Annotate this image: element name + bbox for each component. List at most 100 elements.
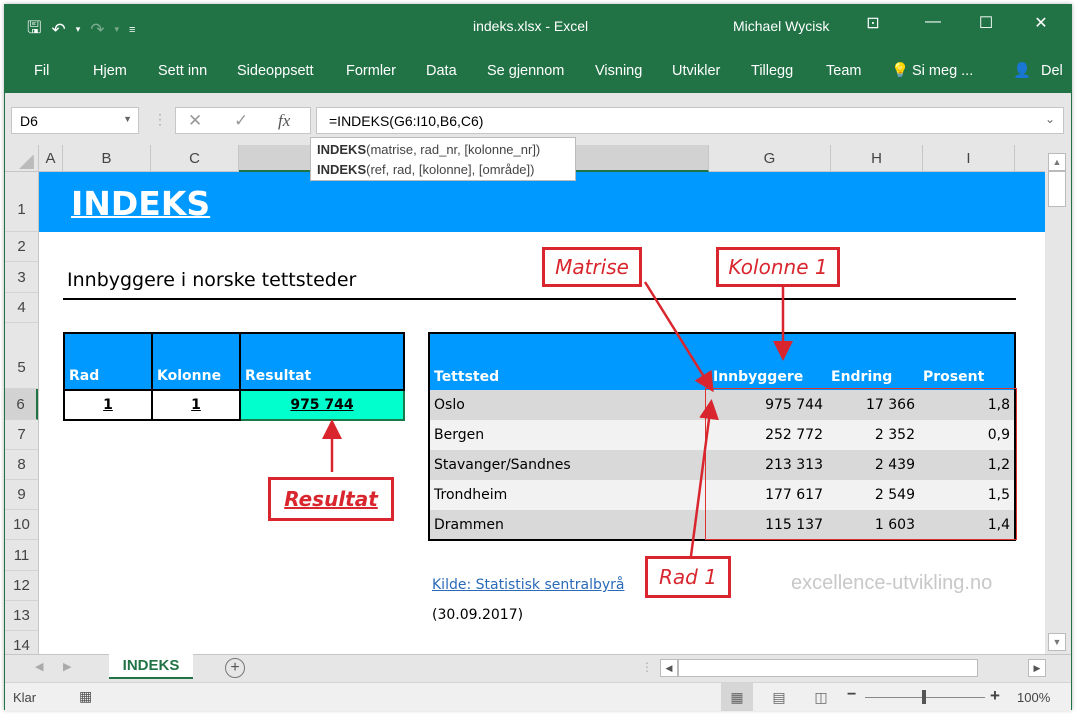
cell-endring[interactable]: 2 352 <box>827 420 919 450</box>
cell-tettsted[interactable]: Trondheim <box>429 480 709 510</box>
result-cell-selected[interactable]: 975 744 <box>239 389 405 421</box>
redo-icon[interactable]: ↷ <box>90 20 104 40</box>
row-header[interactable]: 4 <box>5 293 38 323</box>
tab-tillegg[interactable]: Tillegg <box>751 63 793 79</box>
scroll-up-icon[interactable]: ▲ <box>1048 153 1066 171</box>
tab-sideoppsett[interactable]: Sideoppsett <box>237 63 314 79</box>
undo-icon[interactable]: ↶ <box>51 20 65 40</box>
cell-endring[interactable]: 2 549 <box>827 480 919 510</box>
page-layout-view-icon[interactable]: ▤ <box>763 683 795 711</box>
header-kolonne[interactable]: Kolonne <box>151 332 241 391</box>
cell-prosent[interactable]: 0,9 <box>919 420 1015 450</box>
chevron-down-icon[interactable]: ▼ <box>123 114 132 124</box>
undo-dropdown-icon[interactable]: ▾ <box>76 24 81 35</box>
row-header[interactable]: 12 <box>5 571 38 601</box>
share-button[interactable]: Del <box>1041 63 1063 79</box>
save-icon[interactable]: 🖫 <box>27 15 41 44</box>
header-endring[interactable]: Endring <box>827 333 919 390</box>
cell-endring[interactable]: 17 366 <box>827 390 919 420</box>
row-header[interactable]: 6 <box>5 389 38 420</box>
row-header[interactable]: 11 <box>5 540 38 571</box>
row-header[interactable]: 13 <box>5 601 38 631</box>
zoom-in-button[interactable]: + <box>990 686 1000 706</box>
cell-innbyggere[interactable]: 213 313 <box>709 450 827 480</box>
source-link[interactable]: Kilde: Statistisk sentralbyrå <box>432 577 625 593</box>
column-header-i[interactable]: I <box>923 145 1015 172</box>
column-header-c[interactable]: C <box>151 145 239 172</box>
kolonne-input-cell[interactable]: 1 <box>151 389 241 421</box>
add-sheet-icon[interactable]: + <box>225 658 245 678</box>
sheet-nav-left-icon[interactable]: ◀ <box>35 660 43 673</box>
row-header[interactable]: 5 <box>5 323 38 389</box>
tab-data[interactable]: Data <box>426 63 457 79</box>
customize-qat-icon[interactable]: ≡ <box>129 24 135 36</box>
cell-tettsted[interactable]: Stavanger/Sandnes <box>429 450 709 480</box>
cell-endring[interactable]: 2 439 <box>827 450 919 480</box>
row-header[interactable]: 1 <box>5 172 38 232</box>
cell-innbyggere[interactable]: 177 617 <box>709 480 827 510</box>
minimize-button[interactable]: — <box>918 13 948 31</box>
user-name[interactable]: Michael Wycisk <box>733 18 829 34</box>
zoom-slider-thumb[interactable] <box>922 690 926 704</box>
ribbon-display-icon[interactable]: ⊡ <box>858 13 888 33</box>
normal-view-icon[interactable]: ▦ <box>721 683 753 711</box>
scroll-left-icon[interactable]: ◀ <box>660 659 678 677</box>
macro-record-icon[interactable]: ▦ <box>79 688 92 705</box>
cell-tettsted[interactable]: Oslo <box>429 390 709 420</box>
cell-tettsted[interactable]: Bergen <box>429 420 709 450</box>
cell-innbyggere[interactable]: 975 744 <box>709 390 827 420</box>
horizontal-scrollbar[interactable]: ◀ ▶ <box>660 659 1046 677</box>
select-all-corner[interactable] <box>5 145 39 172</box>
close-button[interactable]: ✕ <box>1026 13 1056 33</box>
row-header[interactable]: 3 <box>5 262 38 293</box>
cell-innbyggere[interactable]: 252 772 <box>709 420 827 450</box>
header-resultat[interactable]: Resultat <box>239 332 405 391</box>
tooltip-line[interactable]: INDEKS(matrise, rad_nr, [kolonne_nr]) <box>317 140 569 160</box>
row-header[interactable]: 8 <box>5 450 38 480</box>
horizontal-scroll-thumb[interactable] <box>678 659 978 677</box>
tooltip-line[interactable]: INDEKS(ref, rad, [kolonne], [område]) <box>317 160 569 180</box>
vertical-scrollbar[interactable]: ▲ ▼ <box>1045 145 1069 654</box>
page-break-view-icon[interactable]: ◫ <box>805 683 837 711</box>
cell-prosent[interactable]: 1,2 <box>919 450 1015 480</box>
maximize-button[interactable]: ☐ <box>971 13 1001 33</box>
tab-formler[interactable]: Formler <box>346 63 396 79</box>
cell-innbyggere[interactable]: 115 137 <box>709 510 827 540</box>
column-header-g[interactable]: G <box>709 145 831 172</box>
zoom-out-button[interactable]: − <box>847 686 856 704</box>
rad-input-cell[interactable]: 1 <box>63 389 153 421</box>
scroll-down-icon[interactable]: ▼ <box>1048 633 1066 651</box>
formula-input[interactable]: =INDEKS(G6:I10,B6,C6) ⌄ <box>316 107 1064 134</box>
header-rad[interactable]: Rad <box>63 332 153 391</box>
row-header[interactable]: 7 <box>5 420 38 450</box>
name-box[interactable]: D6 ▼ <box>11 107 139 134</box>
sheet-nav-right-icon[interactable]: ▶ <box>63 660 71 673</box>
redo-dropdown-icon[interactable]: ▾ <box>115 24 120 35</box>
tab-team[interactable]: Team <box>826 63 861 79</box>
cell-prosent[interactable]: 1,4 <box>919 510 1015 540</box>
row-header[interactable]: 9 <box>5 480 38 510</box>
header-prosent[interactable]: Prosent <box>919 333 1015 390</box>
header-innbyggere[interactable]: Innbyggere <box>709 333 827 390</box>
sheet-tab-indeks[interactable]: INDEKS <box>109 654 193 679</box>
insert-function-icon[interactable]: fx <box>278 111 290 131</box>
header-tettsted[interactable]: Tettsted <box>429 333 709 390</box>
cancel-icon[interactable]: ✕ <box>188 111 202 131</box>
scroll-right-icon[interactable]: ▶ <box>1028 659 1046 677</box>
column-header-h[interactable]: H <box>831 145 923 172</box>
tab-utvikler[interactable]: Utvikler <box>672 63 720 79</box>
column-header-b[interactable]: B <box>63 145 151 172</box>
cell-endring[interactable]: 1 603 <box>827 510 919 540</box>
tell-me-box[interactable]: Si meg ... <box>912 63 973 79</box>
worksheet-grid[interactable]: INDEKS Innbyggere i norske tettsteder Ra… <box>39 172 1045 654</box>
cell-prosent[interactable]: 1,5 <box>919 480 1015 510</box>
row-header[interactable]: 2 <box>5 232 38 262</box>
cell-prosent[interactable]: 1,8 <box>919 390 1015 420</box>
tab-hjem[interactable]: Hjem <box>93 63 127 79</box>
tab-fil[interactable]: Fil <box>34 63 49 79</box>
splitter-grip-icon[interactable]: ⋮ <box>641 660 653 674</box>
zoom-level[interactable]: 100% <box>1017 690 1050 705</box>
tab-se-gjennom[interactable]: Se gjennom <box>487 63 564 79</box>
enter-icon[interactable]: ✓ <box>234 111 248 131</box>
column-header-a[interactable]: A <box>39 145 63 172</box>
